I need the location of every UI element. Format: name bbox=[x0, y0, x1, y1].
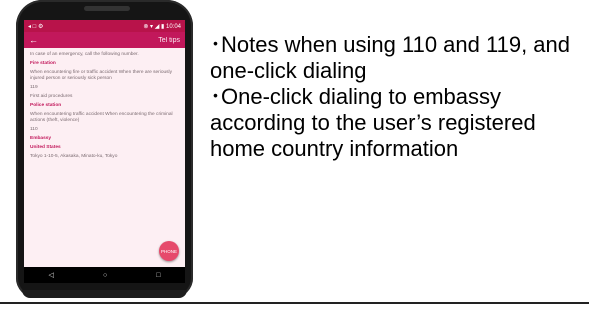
feature-bullets: ･Notes when using 110 and 119, and one-c… bbox=[210, 32, 585, 162]
bottom-divider bbox=[0, 302, 589, 304]
phone-base bbox=[22, 290, 187, 298]
app-bar: ← Tel tips bbox=[24, 32, 185, 48]
info-line: Tokyo 1-10-5, Akasaka, Minato-ku, Tokyo bbox=[30, 154, 118, 159]
info-header: Fire station bbox=[30, 61, 56, 66]
bullet-item: ･One-click dialing to embassy according … bbox=[210, 84, 536, 161]
call-fab-button[interactable]: PHONE bbox=[159, 241, 179, 261]
nav-home-icon[interactable]: ○ bbox=[103, 272, 107, 279]
info-line: When encountering fire or traffic accide… bbox=[30, 70, 173, 81]
status-left-icons: ◂ □ ⚙ bbox=[28, 23, 44, 30]
back-arrow-icon[interactable]: ← bbox=[29, 35, 38, 45]
android-nav-bar: ◁ ○ □ bbox=[24, 267, 185, 283]
phone-screen: ◂ □ ⚙ ⊗ ▾ ◢ ▮ 10:04 ← Tel tips In case o… bbox=[24, 20, 185, 283]
info-header: Embassy bbox=[30, 136, 52, 141]
status-bar: ◂ □ ⚙ ⊗ ▾ ◢ ▮ 10:04 bbox=[24, 20, 185, 32]
info-line[interactable]: First aid procedures bbox=[30, 94, 179, 100]
info-header: Police station bbox=[30, 103, 62, 108]
bullet-item: ･Notes when using 110 and 119, and one-c… bbox=[210, 32, 571, 83]
phone-frame: ◂ □ ⚙ ⊗ ▾ ◢ ▮ 10:04 ← Tel tips In case o… bbox=[16, 0, 193, 298]
status-right-icons: ⊗ ▾ ◢ ▮ 10:04 bbox=[143, 23, 181, 30]
info-header: United States bbox=[30, 145, 61, 150]
app-title: Tel tips bbox=[158, 36, 180, 44]
info-line: In case of an emergency, call the follow… bbox=[30, 52, 139, 57]
info-number[interactable]: 119 bbox=[30, 85, 179, 91]
nav-back-icon[interactable]: ◁ bbox=[49, 271, 54, 279]
emergency-info-list: In case of an emergency, call the follow… bbox=[24, 48, 185, 167]
nav-recents-icon[interactable]: □ bbox=[156, 272, 160, 279]
info-line: When encountering traffic accident When … bbox=[30, 112, 173, 123]
info-number[interactable]: 110 bbox=[30, 127, 179, 133]
